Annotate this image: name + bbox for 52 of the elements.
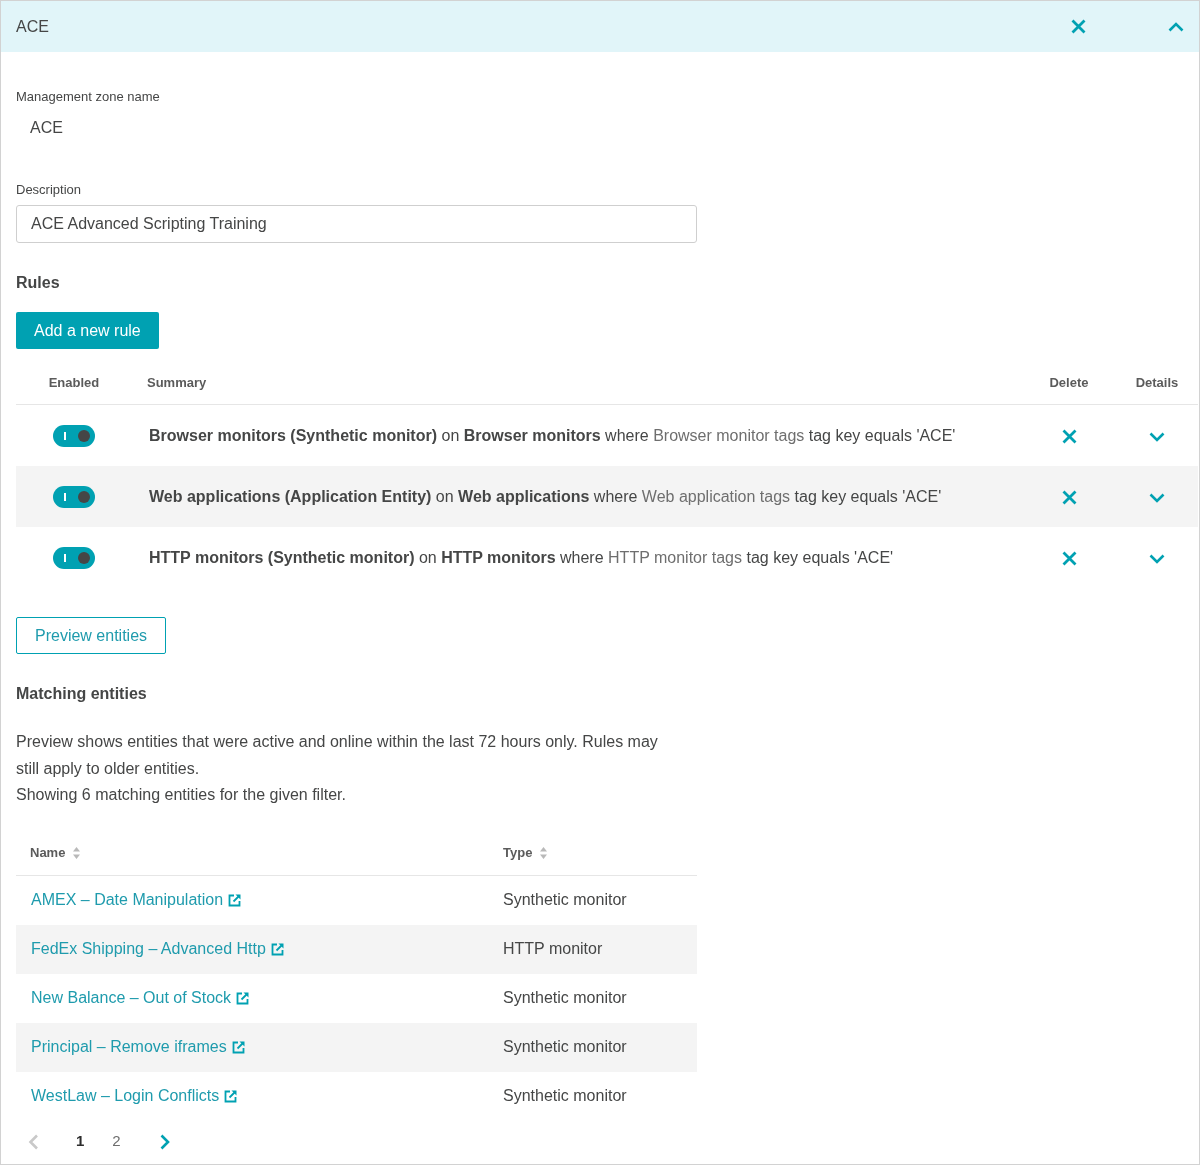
- section-heading: Rules: [16, 273, 60, 293]
- preview-entities-button[interactable]: Preview entities: [16, 617, 167, 654]
- zone-name-value: ACE: [30, 118, 63, 138]
- entity-link[interactable]: FedEx Shipping – Advanced Http: [31, 937, 266, 961]
- expand-chevron-icon[interactable]: [1149, 430, 1165, 443]
- expand-chevron-icon[interactable]: [1149, 552, 1165, 565]
- column-header: Enabled: [48, 374, 100, 393]
- entity-link[interactable]: WestLaw – Login Conflicts: [31, 1084, 220, 1108]
- field-label: Management zone name: [16, 89, 160, 105]
- section-heading: Matching entities: [16, 684, 147, 704]
- matching-count: Showing 6 matching entities for the given filter.: [16, 785, 346, 805]
- delete-icon[interactable]: [1061, 551, 1077, 566]
- page-button[interactable]: 1: [74, 1130, 87, 1153]
- next-page-chevron-icon[interactable]: [158, 1133, 171, 1150]
- rule-summary: HTTP monitors (Synthetic monitor) on HTTP monitors where HTTP monitor tags tag key equals 'ACE': [149, 547, 894, 568]
- column-header[interactable]: Type: [503, 843, 533, 863]
- panel-title: ACE: [16, 16, 49, 37]
- sort-icon[interactable]: [73, 847, 81, 859]
- rule-summary: Browser monitors (Synthetic monitor) on Browser monitors where Browser monitor tags tag key equals 'ACE': [149, 425, 956, 446]
- expand-chevron-icon[interactable]: [1149, 491, 1165, 504]
- external-link-icon[interactable]: [236, 991, 250, 1005]
- delete-icon[interactable]: [1061, 490, 1077, 505]
- page-button[interactable]: 2: [110, 1130, 123, 1153]
- field-label: Description: [16, 182, 82, 198]
- collapse-chevron-icon[interactable]: [1168, 20, 1184, 33]
- add-rule-button[interactable]: Add a new rule: [16, 312, 159, 349]
- enabled-toggle[interactable]: [53, 424, 95, 447]
- entity-type: Synthetic monitor: [503, 1037, 627, 1057]
- close-icon[interactable]: [1071, 19, 1086, 34]
- delete-icon[interactable]: [1061, 429, 1077, 444]
- entity-type: Synthetic monitor: [503, 1086, 627, 1106]
- entity-type: Synthetic monitor: [503, 890, 627, 910]
- entity-link[interactable]: New Balance – Out of Stock: [31, 986, 232, 1010]
- rule-summary: Web applications (Application Entity) on Web applications where Web application tags tag key equals 'ACE': [149, 486, 942, 507]
- enabled-toggle[interactable]: [53, 485, 95, 508]
- external-link-icon[interactable]: [224, 1089, 238, 1103]
- entity-type: Synthetic monitor: [503, 988, 627, 1008]
- column-header[interactable]: Name: [30, 843, 66, 863]
- entity-type: HTTP monitor: [503, 939, 603, 959]
- sort-icon[interactable]: [540, 847, 548, 859]
- column-header: Delete: [1049, 374, 1089, 393]
- entity-link[interactable]: Principal – Remove iframes: [31, 1035, 227, 1059]
- column-header: Summary: [147, 374, 207, 393]
- enabled-toggle[interactable]: [53, 546, 95, 569]
- entity-link[interactable]: AMEX – Date Manipulation: [31, 888, 224, 912]
- description-field[interactable]: ACE Advanced Scripting Training: [16, 205, 697, 243]
- external-link-icon[interactable]: [228, 893, 242, 907]
- external-link-icon[interactable]: [231, 1040, 245, 1054]
- external-link-icon[interactable]: [270, 942, 284, 956]
- preview-note: Preview shows entities that were active and online within the last 72 hours only. Rules may still apply to older entities.: [16, 732, 659, 779]
- column-header: Details: [1135, 374, 1179, 393]
- panel-header[interactable]: ACE: [1, 1, 1199, 52]
